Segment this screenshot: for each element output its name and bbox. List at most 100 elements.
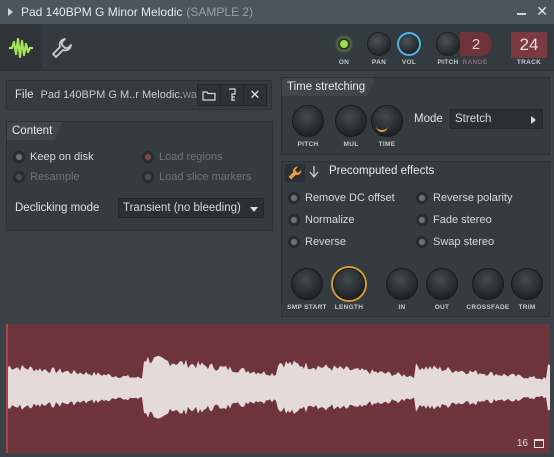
volume-label: VOL	[401, 59, 417, 66]
keep-on-disk-label: Keep on disk	[30, 151, 94, 163]
pitch-range-value[interactable]: 2	[460, 32, 492, 56]
keep-on-disk-option[interactable]: Keep on disk	[13, 151, 94, 163]
radio-icon	[288, 192, 300, 204]
content-panel: Content Keep on disk Resample Load regio…	[6, 121, 273, 231]
pan-label: PAN	[371, 59, 387, 66]
radio-icon	[416, 214, 428, 226]
stretch-mode-value: Stretch	[455, 113, 492, 125]
radio-icon	[288, 214, 300, 226]
radio-icon	[142, 171, 154, 183]
locate-file-button[interactable]	[220, 84, 244, 106]
stretch-pitch-knob[interactable]	[292, 105, 324, 137]
fit-view-icon[interactable]	[534, 439, 544, 448]
normalize-label: Normalize	[305, 214, 355, 226]
content-title: Content	[7, 122, 62, 140]
swap-stereo-option[interactable]: Swap stereo	[416, 236, 494, 248]
reverse-polarity-option[interactable]: Reverse polarity	[416, 192, 512, 204]
pitch-knob[interactable]	[436, 32, 460, 56]
wrench-icon	[288, 166, 302, 180]
fade-in-knob[interactable]	[386, 268, 418, 300]
fade-out-knob[interactable]	[426, 268, 458, 300]
stretch-pitch-label: PITCH	[297, 141, 319, 148]
fade-out-label: OUT	[434, 304, 450, 311]
fade-stereo-label: Fade stereo	[433, 214, 492, 226]
waveform-graphic	[8, 355, 550, 419]
crossfade-label: CROSSFADE	[466, 304, 510, 311]
radio-icon	[416, 192, 428, 204]
time-knob-arc-icon	[376, 126, 388, 132]
radio-icon	[13, 151, 25, 163]
sample-start-knob[interactable]	[291, 268, 323, 300]
file-label: File	[15, 89, 34, 101]
precomputed-wrench-button[interactable]	[285, 164, 305, 182]
crossfade-knob[interactable]	[472, 268, 504, 300]
load-slice-markers-option[interactable]: Load slice markers	[142, 171, 251, 183]
remove-dc-offset-label: Remove DC offset	[305, 192, 395, 204]
dropdown-arrow-icon	[531, 116, 536, 124]
file-name-text: Pad 140BPM G M..r Melodic	[40, 89, 180, 101]
window-title: Pad 140BPM G Minor Melodic	[21, 5, 183, 19]
clear-file-button[interactable]: ✕	[243, 84, 267, 106]
waveform-zoom-count: 16	[516, 438, 528, 449]
waveform-display[interactable]: 16	[6, 324, 550, 453]
reverse-option[interactable]: Reverse	[288, 236, 346, 248]
track-label: TRACK	[516, 59, 542, 66]
file-panel: File Pad 140BPM G M..r Melodic.wav ✕	[6, 80, 272, 110]
stretch-mode-select[interactable]: Stretch	[450, 109, 543, 129]
close-icon: ✕	[249, 87, 261, 102]
radio-icon	[416, 236, 428, 248]
mode-label: Mode	[414, 113, 443, 125]
waveform-icon	[9, 37, 33, 58]
dropdown-arrow-icon	[250, 207, 258, 212]
fade-stereo-option[interactable]: Fade stereo	[416, 214, 492, 226]
title-bar[interactable]: Pad 140BPM G Minor Melodic (SAMPLE 2) ✕	[0, 0, 554, 24]
volume-knob[interactable]	[397, 32, 421, 56]
radio-icon	[142, 151, 154, 163]
arrow-down-icon	[309, 166, 319, 179]
file-name: Pad 140BPM G M..r Melodic.wav	[40, 89, 203, 101]
title-menu-arrow-icon[interactable]	[8, 8, 13, 16]
load-regions-label: Load regions	[159, 151, 223, 163]
remove-dc-offset-option[interactable]: Remove DC offset	[288, 192, 395, 204]
stretch-mul-knob[interactable]	[335, 105, 367, 137]
close-icon[interactable]: ✕	[536, 4, 548, 18]
load-slice-markers-label: Load slice markers	[159, 171, 252, 183]
length-knob[interactable]	[333, 268, 365, 300]
wrench-icon	[52, 38, 72, 58]
time-stretching-panel: Time stretching PITCH MUL TIME Mode Stre…	[281, 77, 550, 155]
resample-option[interactable]: Resample	[13, 171, 80, 183]
tab-instrument-settings[interactable]	[48, 34, 76, 62]
waveform-shape	[8, 355, 550, 419]
trim-knob[interactable]	[511, 268, 543, 300]
radio-icon	[288, 236, 300, 248]
reverse-label: Reverse	[305, 236, 346, 248]
normalize-option[interactable]: Normalize	[288, 214, 355, 226]
folder-icon	[202, 90, 216, 101]
radio-icon	[13, 171, 25, 183]
pan-knob[interactable]	[367, 32, 391, 56]
sample-start-label: SMP START	[287, 304, 327, 311]
length-label: LENGTH	[334, 304, 364, 311]
stretch-time-knob[interactable]	[371, 105, 403, 137]
open-file-button[interactable]	[197, 84, 221, 106]
declicking-mode-value: Transient (no bleeding)	[123, 202, 241, 214]
title-tab-edge	[442, 162, 454, 182]
declicking-mode-select[interactable]: Transient (no bleeding)	[118, 198, 264, 218]
trim-label: TRIM	[518, 304, 536, 311]
declicking-mode-label: Declicking mode	[15, 202, 100, 214]
tab-sample-settings[interactable]	[0, 24, 42, 71]
on-toggle[interactable]	[338, 38, 350, 50]
range-label: RANGE	[462, 59, 488, 66]
minimize-icon[interactable]	[517, 13, 527, 15]
resample-label: Resample	[30, 171, 80, 183]
mixer-track-value[interactable]: 24	[511, 32, 547, 58]
envelope-arrow-button[interactable]	[309, 165, 319, 182]
toolbar: ON PAN VOL PITCH 2 RANGE 24 TRACK	[0, 24, 554, 71]
stretch-mul-label: MUL	[343, 141, 359, 148]
on-label: ON	[338, 59, 350, 66]
pitch-label: PITCH	[437, 59, 459, 66]
load-regions-option[interactable]: Load regions	[142, 151, 223, 163]
precomputed-effects-title: Precomputed effects	[329, 165, 435, 177]
locate-icon	[229, 88, 236, 101]
precomputed-effects-panel: Precomputed effects Remove DC offset Nor…	[281, 161, 550, 317]
